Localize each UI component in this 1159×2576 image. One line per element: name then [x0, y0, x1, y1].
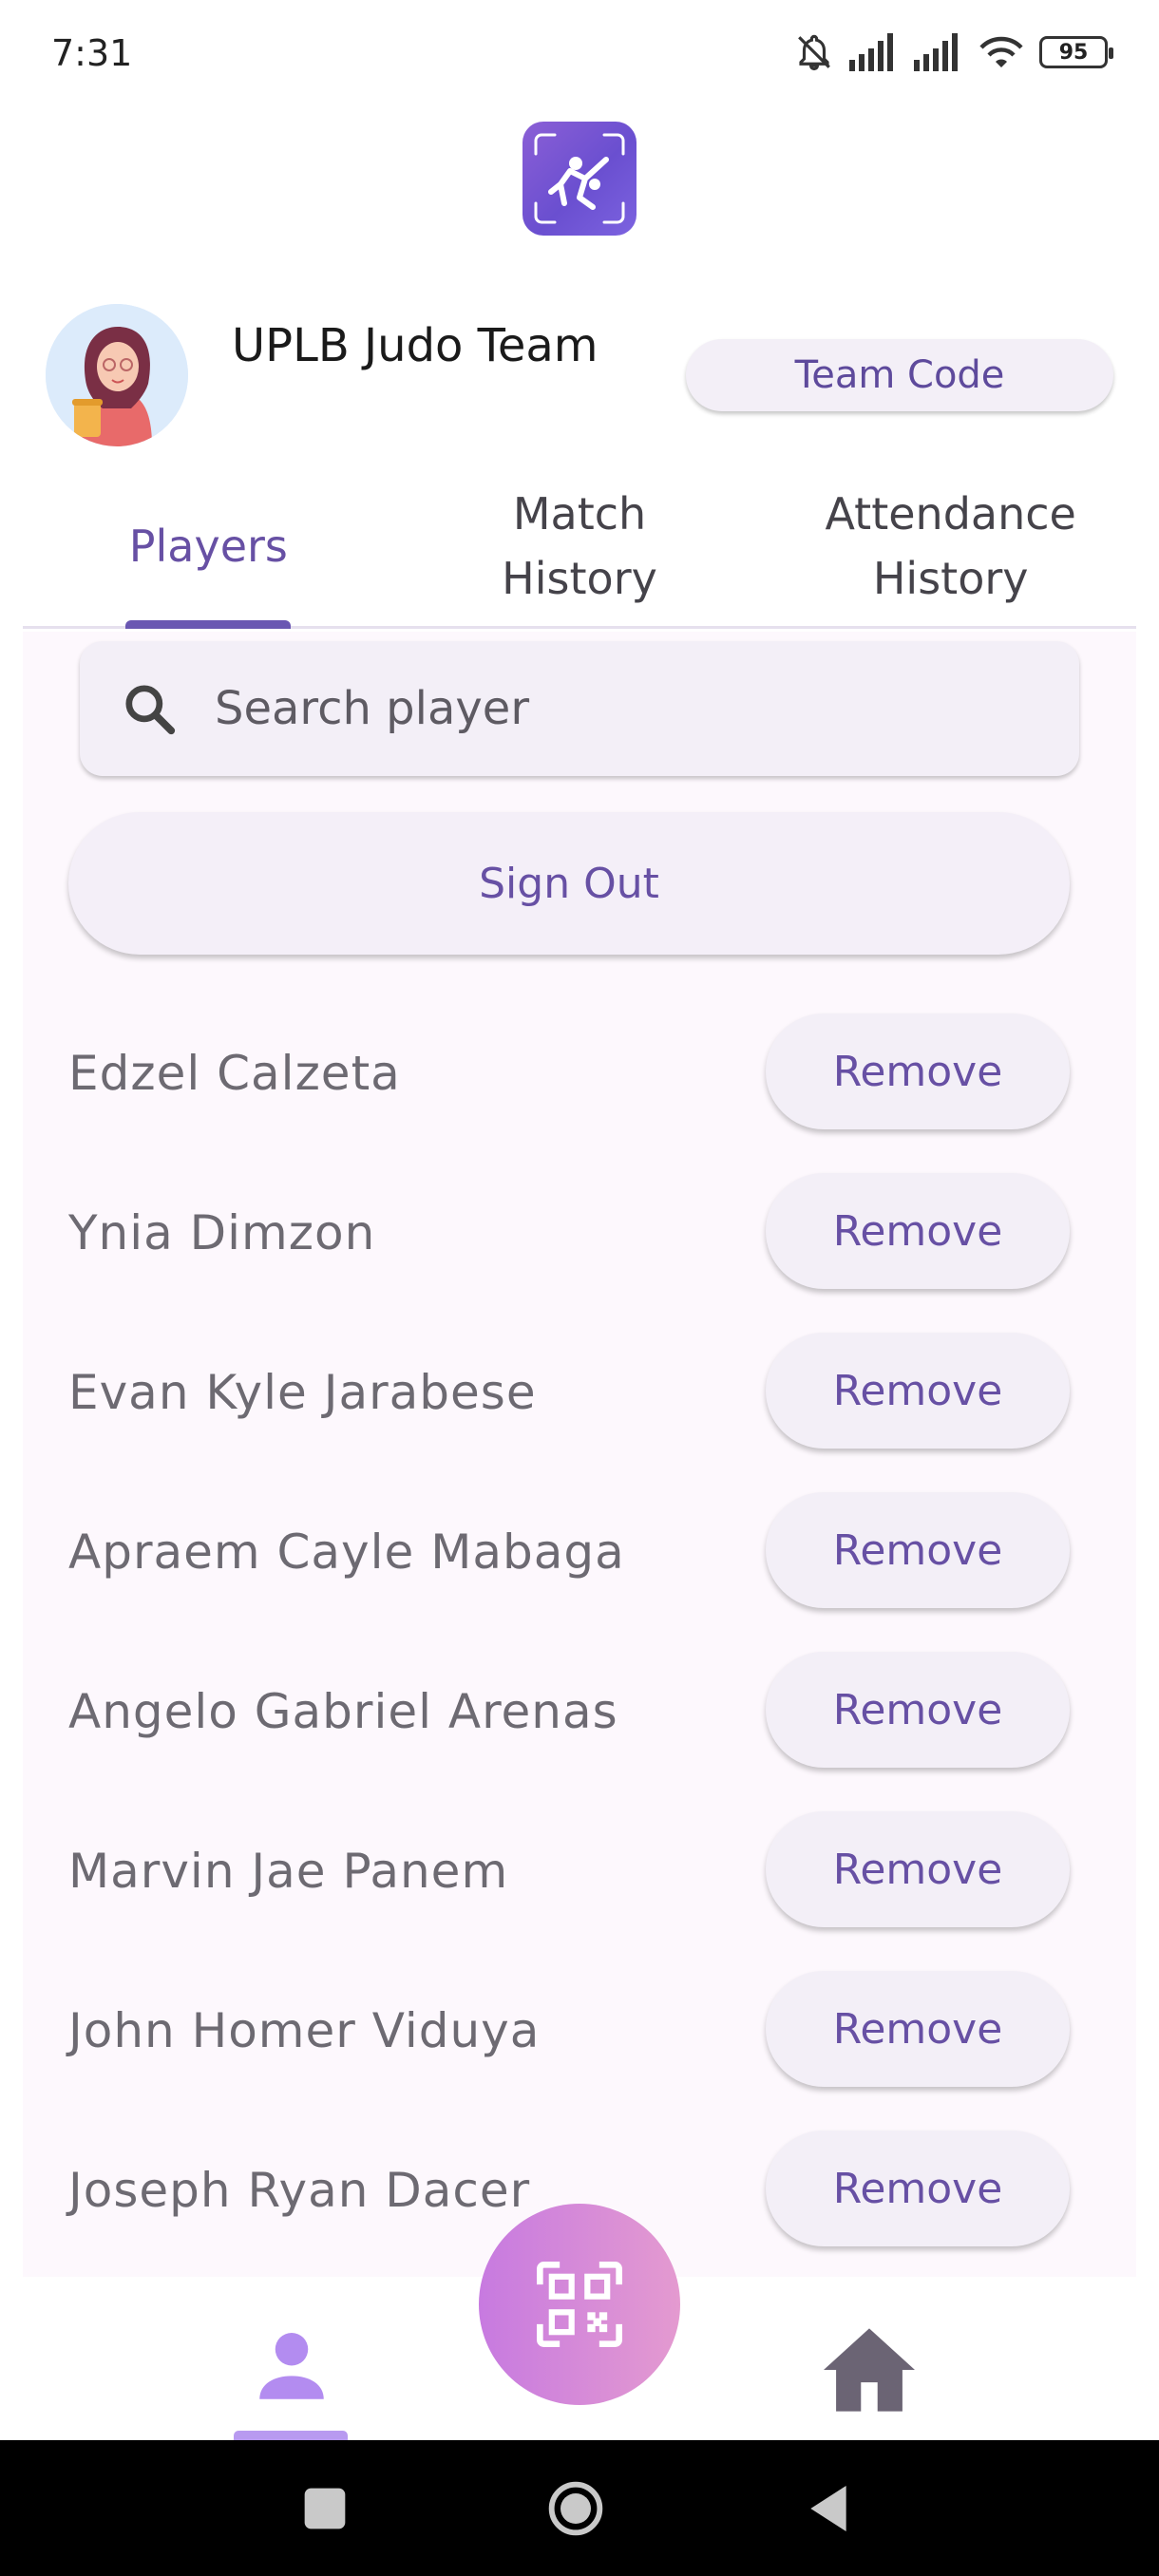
tab-label: Match History	[502, 487, 657, 604]
remove-button[interactable]: Remove	[766, 1811, 1070, 1927]
back-icon[interactable]	[798, 2478, 859, 2539]
list-item: Ynia Dimzon Remove	[23, 1152, 1136, 1312]
list-item: Angelo Gabriel Arenas Remove	[23, 1631, 1136, 1790]
player-name: John Homer Viduya	[68, 2003, 541, 2058]
bell-off-icon	[798, 34, 830, 71]
team-name: UPLB Judo Team	[232, 319, 598, 372]
tab-match-history[interactable]: Match History	[394, 465, 766, 626]
nav-players[interactable]	[228, 2324, 352, 2440]
player-list: Edzel Calzeta Remove Ynia Dimzon Remove …	[23, 993, 1136, 2269]
judo-logo-icon	[522, 122, 636, 236]
player-name: Evan Kyle Jarabese	[68, 1365, 537, 1420]
qr-scan-button[interactable]	[479, 2204, 680, 2405]
search-bar[interactable]	[80, 641, 1079, 776]
remove-button[interactable]: Remove	[766, 1333, 1070, 1449]
battery-level: 95	[1058, 40, 1089, 65]
remove-button[interactable]: Remove	[766, 2131, 1070, 2246]
home-circle-icon[interactable]	[545, 2478, 606, 2539]
recents-icon[interactable]	[294, 2478, 355, 2539]
list-item: Apraem Cayle Mabaga Remove	[23, 1471, 1136, 1631]
player-name: Joseph Ryan Dacer	[68, 2163, 531, 2218]
list-item: Edzel Calzeta Remove	[23, 993, 1136, 1152]
player-name: Angelo Gabriel Arenas	[68, 1684, 618, 1739]
signal-icon	[914, 33, 958, 71]
nav-active-indicator	[234, 2431, 348, 2440]
status-time: 7:31	[51, 32, 133, 74]
list-item: John Homer Viduya Remove	[23, 1950, 1136, 2110]
team-code-button[interactable]: Team Code	[686, 339, 1113, 411]
avatar-illustration-icon	[46, 304, 188, 446]
player-name: Edzel Calzeta	[68, 1046, 401, 1101]
list-item: Marvin Jae Panem Remove	[23, 1790, 1136, 1950]
avatar[interactable]	[46, 304, 188, 446]
tab-indicator	[125, 620, 291, 629]
remove-button[interactable]: Remove	[766, 1492, 1070, 1608]
battery-icon: 95	[1039, 36, 1113, 68]
qr-code-icon	[537, 2262, 622, 2347]
player-name: Marvin Jae Panem	[68, 1844, 509, 1899]
tab-players[interactable]: Players	[23, 465, 394, 629]
tab-attendance-history[interactable]: Attendance History	[765, 465, 1136, 626]
player-name: Ynia Dimzon	[68, 1205, 376, 1260]
person-icon	[259, 2333, 324, 2399]
status-bar: 7:31 95	[0, 0, 1159, 104]
tab-label: Players	[128, 520, 288, 572]
status-icons: 95	[794, 32, 1113, 72]
remove-button[interactable]: Remove	[766, 1971, 1070, 2087]
remove-button[interactable]: Remove	[766, 1013, 1070, 1129]
players-panel: Sign Out Edzel Calzeta Remove Ynia Dimzo…	[23, 632, 1136, 2277]
remove-button[interactable]: Remove	[766, 1173, 1070, 1289]
list-item: Evan Kyle Jarabese Remove	[23, 1312, 1136, 1471]
player-name: Apraem Cayle Mabaga	[68, 1525, 625, 1580]
signal-icon	[849, 33, 893, 71]
tab-label: Attendance History	[825, 487, 1076, 604]
search-icon	[125, 685, 176, 735]
wifi-icon	[979, 36, 1023, 67]
team-header: UPLB Judo Team Team Code	[0, 294, 1159, 456]
remove-button[interactable]: Remove	[766, 1652, 1070, 1768]
home-icon[interactable]	[819, 2324, 920, 2415]
sign-out-button[interactable]: Sign Out	[68, 812, 1070, 955]
system-nav-bar	[0, 2440, 1159, 2576]
tab-bar: Players Match History Attendance History	[23, 465, 1136, 629]
search-input[interactable]	[215, 666, 1032, 751]
